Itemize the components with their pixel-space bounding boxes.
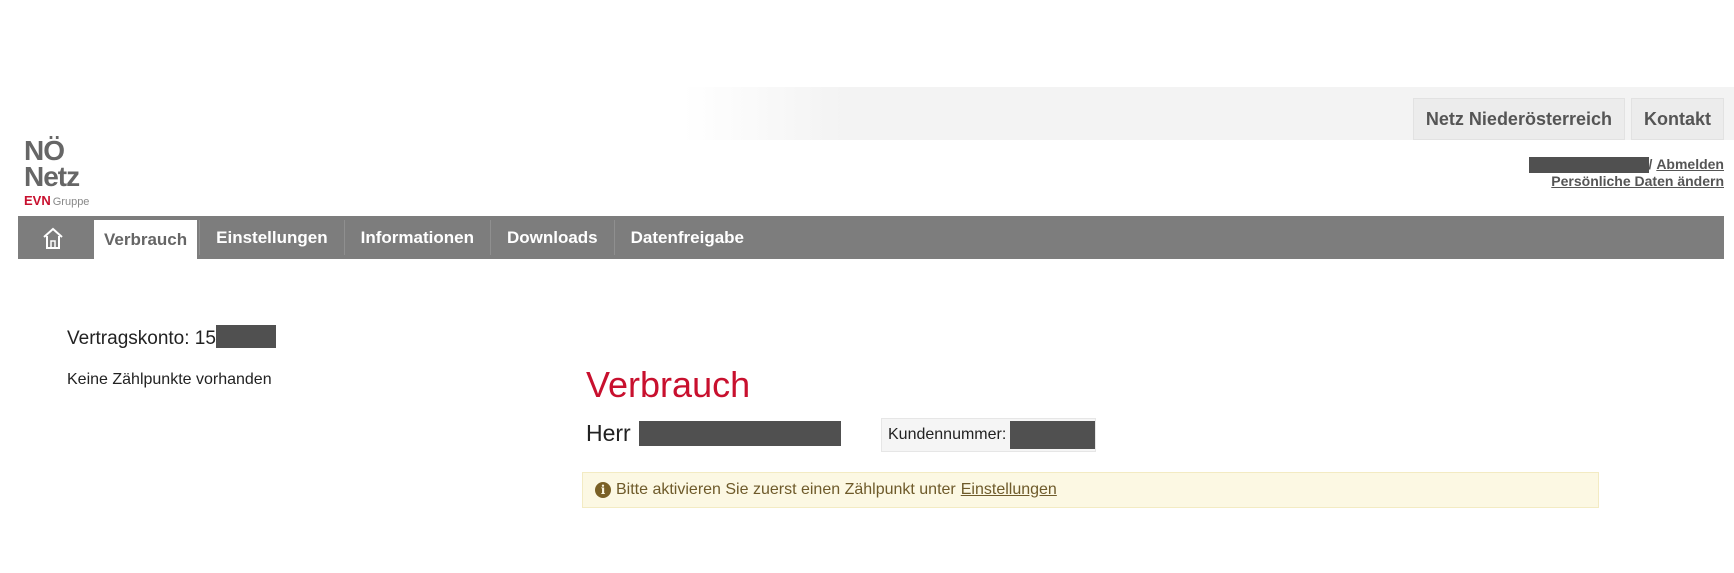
alert-text: Bitte aktivieren Sie zuerst einen Zählpu… (616, 481, 956, 498)
home-icon (43, 227, 63, 249)
customer-number-redacted (1010, 421, 1096, 449)
tab-verbrauch[interactable]: Verbrauch (94, 220, 198, 259)
tab-einstellungen[interactable]: Einstellungen (199, 220, 343, 255)
logo-brand-evn: EVN (24, 193, 51, 208)
salutation: Herr (586, 420, 631, 446)
top-links: Netz Niederösterreich Kontakt (1412, 98, 1724, 140)
logo-brand: EVN Gruppe (24, 193, 104, 208)
contract-number-redacted (215, 325, 276, 348)
main-nav: Verbrauch Einstellungen Informationen Do… (18, 216, 1724, 259)
nav-home[interactable] (18, 216, 88, 259)
info-icon: i (595, 482, 611, 498)
logo[interactable]: NÖ Netz EVN Gruppe (24, 137, 104, 209)
no-meter-points: Keine Zählpunkte vorhanden (67, 371, 272, 388)
user-area: / Abmelden Persönliche Daten ändern (1528, 156, 1724, 189)
tab-datenfreigabe[interactable]: Datenfreigabe (613, 220, 760, 255)
edit-profile-link[interactable]: Persönliche Daten ändern (1551, 173, 1724, 189)
logo-line2: Netz (24, 161, 80, 192)
logo-brand-suffix: Gruppe (52, 196, 90, 208)
contract-account-label: Vertragskonto: 15 (67, 328, 216, 349)
settings-link[interactable]: Einstellungen (961, 481, 1057, 499)
customer-number-label: Kundennummer: (888, 426, 1007, 443)
page-title: Verbrauch (586, 364, 751, 405)
kontakt-link[interactable]: Kontakt (1631, 98, 1724, 140)
tab-downloads[interactable]: Downloads (489, 220, 614, 255)
activation-alert: i Bitte aktivieren Sie zuerst einen Zähl… (582, 472, 1599, 508)
logout-link[interactable]: Abmelden (1656, 156, 1724, 172)
customer-name: Herr (586, 420, 841, 447)
customer-number: Kundennummer: (881, 418, 1097, 452)
netz-noe-link[interactable]: Netz Niederösterreich (1412, 98, 1625, 140)
contract-account: Vertragskonto: 15 (67, 325, 276, 350)
name-redacted (638, 421, 841, 446)
username-redacted (1528, 157, 1649, 174)
tab-informationen[interactable]: Informationen (343, 220, 490, 255)
user-separator: / (1648, 156, 1653, 172)
